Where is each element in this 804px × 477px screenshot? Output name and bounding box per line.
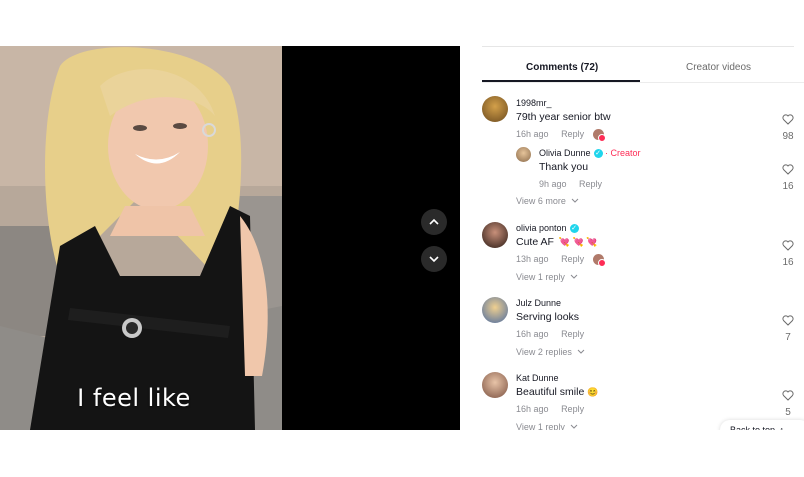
tab-comments[interactable]: Comments (72): [526, 62, 598, 73]
video-caption: I feel like: [77, 384, 191, 412]
chevron-down-icon: [429, 256, 439, 263]
comment-meta: 16h ago Reply: [516, 404, 584, 414]
comment-text: 79th year senior btw: [516, 111, 611, 123]
comment-time: 16h ago: [516, 404, 549, 414]
view-replies-label: View 2 replies: [516, 347, 572, 357]
comment-text: Serving looks: [516, 311, 580, 323]
comment-text-line: Cute AF 💘 💘 💘: [516, 236, 597, 248]
video-still-image: [0, 46, 282, 430]
chevron-down-icon: [571, 274, 578, 279]
page-background: [460, 430, 804, 477]
view-replies-label: View 1 reply: [516, 272, 565, 282]
view-more-replies-button[interactable]: View 6 more: [516, 196, 579, 206]
divider: [482, 82, 804, 83]
reply-text: Thank you: [539, 161, 589, 173]
previous-video-button[interactable]: [421, 209, 447, 235]
like-count: 16: [782, 257, 794, 268]
comment-meta: 16h ago Reply: [516, 329, 584, 339]
avatar[interactable]: [516, 147, 531, 162]
like-count: 7: [785, 332, 791, 343]
creator-liked-avatar: [592, 254, 606, 268]
reply-button[interactable]: Reply: [561, 404, 584, 414]
comment-text: Cute AF: [516, 236, 554, 248]
smile-emoji-icon: 😊: [587, 387, 599, 397]
reply-button[interactable]: Reply: [561, 254, 584, 264]
view-more-label: View 6 more: [516, 196, 566, 206]
avatar[interactable]: [482, 372, 508, 398]
like-button[interactable]: 98: [778, 112, 798, 142]
verified-badge-icon: ✓: [569, 224, 579, 234]
heart-icon: [782, 240, 794, 251]
chevron-down-icon: [578, 349, 585, 354]
heart-emoji-icon: 💘 💘 💘: [558, 237, 598, 247]
like-button[interactable]: 16: [778, 162, 798, 192]
avatar[interactable]: [482, 222, 508, 248]
reply-button[interactable]: Reply: [561, 329, 584, 339]
creator-liked-avatar: [592, 129, 606, 143]
comment-text: Beautiful smile: [516, 386, 585, 398]
like-count: 5: [785, 407, 791, 418]
comment-time: 16h ago: [516, 129, 549, 139]
like-button[interactable]: 5: [778, 388, 798, 418]
reply-username[interactable]: Olivia Dunne: [539, 148, 591, 158]
like-count: 98: [782, 131, 794, 142]
tab-bar: Comments (72) Creator videos: [482, 46, 804, 82]
like-count: 16: [782, 181, 794, 192]
comment-meta: 16h ago Reply: [516, 129, 606, 143]
reply-username-line: Olivia Dunne ✓ · Creator: [539, 148, 641, 159]
video-player[interactable]: I feel like: [0, 46, 460, 430]
view-replies-button[interactable]: View 1 reply: [516, 422, 578, 430]
comments-panel: Comments (72) Creator videos 1998mr_ 79t…: [460, 46, 804, 430]
chevron-down-icon: [572, 198, 579, 203]
tab-creator-videos[interactable]: Creator videos: [686, 62, 751, 73]
comment-meta: 13h ago Reply: [516, 254, 606, 268]
avatar[interactable]: [482, 96, 508, 122]
comment-username-line: olivia ponton ✓: [516, 223, 579, 234]
heart-icon: [782, 390, 794, 401]
reply-meta: 9h ago Reply: [539, 179, 602, 189]
comment-text-line: Beautiful smile 😊: [516, 386, 598, 398]
verified-badge-icon: ✓: [593, 149, 603, 159]
avatar[interactable]: [482, 297, 508, 323]
heart-icon: [782, 114, 794, 125]
comment-username[interactable]: olivia ponton: [516, 223, 567, 233]
like-button[interactable]: 7: [778, 313, 798, 343]
creator-tag: · Creator: [605, 148, 641, 158]
view-replies-button[interactable]: View 1 reply: [516, 272, 578, 282]
reply-button[interactable]: Reply: [561, 129, 584, 139]
view-replies-label: View 1 reply: [516, 422, 565, 430]
next-video-button[interactable]: [421, 246, 447, 272]
view-replies-button[interactable]: View 2 replies: [516, 347, 585, 357]
heart-icon: [782, 315, 794, 326]
comment-username[interactable]: Julz Dunne: [516, 298, 561, 308]
comment-username[interactable]: Kat Dunne: [516, 373, 559, 383]
chevron-up-icon: [429, 218, 439, 225]
video-frame: I feel like: [0, 46, 282, 430]
heart-icon: [782, 164, 794, 175]
comment-time: 13h ago: [516, 254, 549, 264]
reply-button[interactable]: Reply: [579, 179, 602, 189]
reply-time: 9h ago: [539, 179, 567, 189]
comment-username[interactable]: 1998mr_: [516, 98, 552, 108]
like-button[interactable]: 16: [778, 238, 798, 268]
comment-time: 16h ago: [516, 329, 549, 339]
